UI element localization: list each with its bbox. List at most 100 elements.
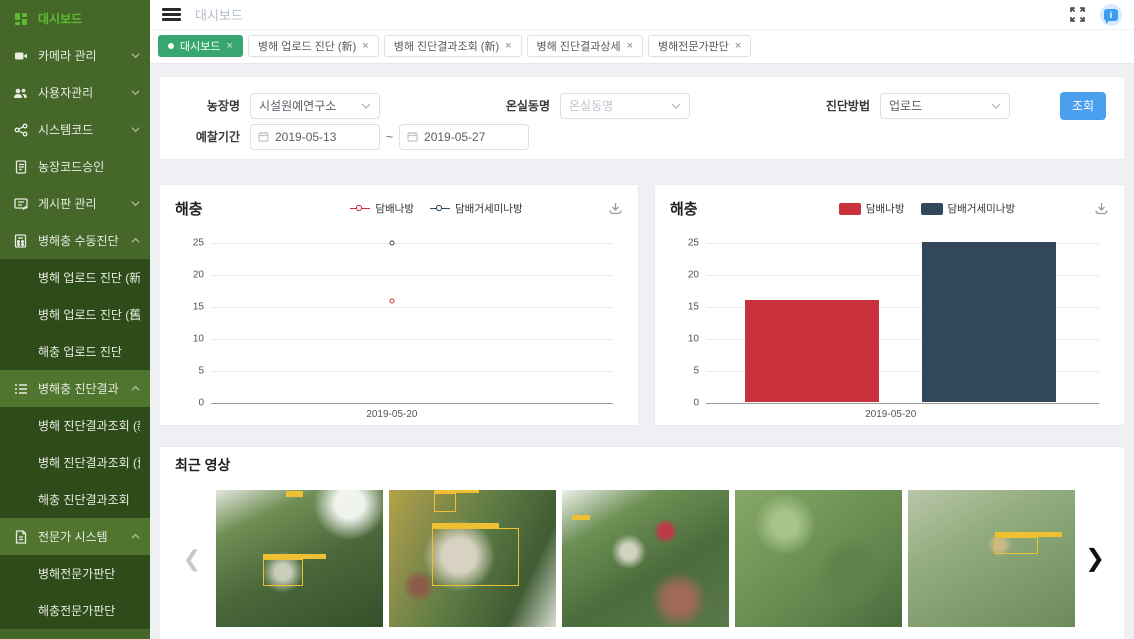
tab-close-icon[interactable]: × xyxy=(735,40,741,52)
list-icon xyxy=(13,381,28,396)
chart-plot-area: 05101520252019-05-20 xyxy=(211,243,613,403)
sidebar-item-병해충-진단결과[interactable]: 병해충 진단결과 xyxy=(0,370,150,407)
tab-병해전문가판단[interactable]: 병해전문가판단× xyxy=(648,35,751,57)
sidebar-item-병해전문가판단[interactable]: 병해전문가판단 xyxy=(0,555,150,592)
download-icon[interactable] xyxy=(1094,201,1109,216)
sidebar-item-label: 카메라 관리 xyxy=(38,47,131,64)
y-tick-label: 10 xyxy=(193,334,204,345)
sitemap-icon xyxy=(13,122,28,137)
legend-label: 담배나방 xyxy=(375,201,414,216)
tab-close-icon[interactable]: × xyxy=(226,40,232,52)
gridline xyxy=(211,307,613,308)
plant-image-4[interactable] xyxy=(735,490,902,627)
charts-row: 해충담배나방담배거세미나방05101520252019-05-20 해충담배나방… xyxy=(160,185,1124,425)
sidebar-item-label: 병해전문가판단 xyxy=(38,565,140,582)
active-tab-dot xyxy=(168,43,174,49)
plant-image-1[interactable] xyxy=(216,490,383,627)
filter-row-2: 예찰기간 2019-05-13 ~ 2019-05-27 xyxy=(178,123,1106,150)
date-from-input[interactable]: 2019-05-13 xyxy=(250,124,380,150)
chart-title: 해충 xyxy=(670,198,760,219)
sidebar-item-해충-업로드-진단[interactable]: 해충 업로드 진단 xyxy=(0,333,150,370)
data-point-담배나방[interactable] xyxy=(389,298,394,303)
legend-item-담배나방[interactable]: 담배나방 xyxy=(350,201,414,216)
tab-대시보드[interactable]: 대시보드× xyxy=(158,35,243,57)
chevron-up-icon xyxy=(131,384,140,393)
tab-close-icon[interactable]: × xyxy=(627,40,633,52)
fullscreen-icon[interactable] xyxy=(1069,6,1086,23)
legend-marker xyxy=(350,205,370,213)
detection-box xyxy=(263,559,303,586)
date-to-input[interactable]: 2019-05-27 xyxy=(399,124,529,150)
gridline xyxy=(211,339,613,340)
sidebar-item-label: 해충전문가판단 xyxy=(38,602,140,619)
data-point-담배거세미나방[interactable] xyxy=(389,241,394,246)
menu-toggle-icon[interactable] xyxy=(162,8,181,21)
info-chat-icon[interactable]: i xyxy=(1100,4,1122,26)
detection-box xyxy=(434,493,456,512)
sidebar-item-병해-업로드-진단-(新)[interactable]: 병해 업로드 진단 (新) xyxy=(0,259,150,296)
sidebar-item-label: 농장코드승인 xyxy=(38,158,140,175)
main-area: 대시보드 i 대시보드×병해 업로드 진단 (新)×병해 진단결과조회 (新)×… xyxy=(150,0,1134,639)
search-button[interactable]: 조회 xyxy=(1060,92,1106,120)
sidebar-item-label: 병해 진단결과조회 (舊) xyxy=(38,454,140,471)
sidebar-item-해충-진단결과조회[interactable]: 해충 진단결과조회 xyxy=(0,481,150,518)
sidebar-item-병해충-수동진단[interactable]: 병해충 수동진단 xyxy=(0,222,150,259)
chevron-down-icon xyxy=(131,125,140,134)
gridline xyxy=(211,275,613,276)
tab-close-icon[interactable]: × xyxy=(505,40,511,52)
file-icon xyxy=(13,529,28,544)
chart-plot-area: 05101520252019-05-20 xyxy=(706,243,1099,403)
carousel-next-icon[interactable]: ❯ xyxy=(1083,544,1107,573)
y-tick-label: 15 xyxy=(193,302,204,313)
recent-images-title: 최근 영상 xyxy=(175,455,1109,475)
legend-item-담배거세미나방[interactable]: 담배거세미나방 xyxy=(921,201,1016,216)
date-range-separator: ~ xyxy=(386,130,393,144)
greenhouse-label: 온실동명 xyxy=(488,97,550,114)
y-tick-label: 0 xyxy=(693,398,699,409)
sidebar-item-사용자관리[interactable]: 사용자관리 xyxy=(0,74,150,111)
sidebar-item-시스템코드[interactable]: 시스템코드 xyxy=(0,111,150,148)
sidebar-item-게시판-관리[interactable]: 게시판 관리 xyxy=(0,185,150,222)
sidebar-item-카메라-관리[interactable]: 카메라 관리 xyxy=(0,37,150,74)
sidebar-item-병해-업로드-진단-(舊)[interactable]: 병해 업로드 진단 (舊) xyxy=(0,296,150,333)
recent-images-panel: 최근 영상 ❮ ❯ xyxy=(160,447,1124,639)
legend-item-담배거세미나방[interactable]: 담배거세미나방 xyxy=(430,201,523,216)
sidebar-item-label: 병해충 수동진단 xyxy=(38,232,131,249)
detection-box xyxy=(432,528,519,586)
sidebar-item-label: 대시보드 xyxy=(38,10,140,27)
sidebar-item-label: 게시판 관리 xyxy=(38,195,131,212)
chevron-down-icon xyxy=(131,199,140,208)
method-select[interactable]: 업로드 xyxy=(880,93,1010,119)
sidebar-item-농장코드승인[interactable]: 농장코드승인 xyxy=(0,148,150,185)
plant-image-3[interactable] xyxy=(562,490,729,627)
plant-image-5[interactable] xyxy=(908,490,1075,627)
chart-legend: 담배나방 담배거세미나방 xyxy=(760,201,1094,216)
camera-icon xyxy=(13,48,28,63)
greenhouse-select[interactable]: 온실동명 xyxy=(560,93,690,119)
farm-select[interactable]: 시설원예연구소 xyxy=(250,93,380,119)
carousel-track xyxy=(216,490,1075,627)
legend-item-담배나방[interactable]: 담배나방 xyxy=(839,201,905,216)
tab-병해-진단결과조회-(新)[interactable]: 병해 진단결과조회 (新)× xyxy=(384,35,522,57)
sidebar-item-전문가-시스템[interactable]: 전문가 시스템 xyxy=(0,518,150,555)
sidebar-item-병해-진단결과조회-(舊)[interactable]: 병해 진단결과조회 (舊) xyxy=(0,444,150,481)
gridline xyxy=(211,371,613,372)
sidebar-item-해충전문가판단[interactable]: 해충전문가판단 xyxy=(0,592,150,629)
tab-병해-진단결과상세[interactable]: 병해 진단결과상세× xyxy=(527,35,643,57)
sidebar-item-병해-진단결과조회-(新)[interactable]: 병해 진단결과조회 (新) xyxy=(0,407,150,444)
chart-header: 해충 담배나방 담배거세미나방 xyxy=(670,198,1109,219)
carousel-prev-icon[interactable]: ❮ xyxy=(180,546,204,572)
plant-image-2[interactable] xyxy=(389,490,556,627)
tab-병해-업로드-진단-(新)[interactable]: 병해 업로드 진단 (新) × xyxy=(248,35,379,57)
bar-담배거세미나방[interactable] xyxy=(922,242,1056,402)
download-icon[interactable] xyxy=(608,201,623,216)
sidebar-item-대시보드[interactable]: 대시보드 xyxy=(0,0,150,37)
tab-close-icon[interactable]: × xyxy=(362,40,368,52)
sidebar: 대시보드카메라 관리사용자관리시스템코드농장코드승인게시판 관리병해충 수동진단… xyxy=(0,0,150,639)
sidebar-item-label: 해충 진단결과조회 xyxy=(38,491,140,508)
tab-label: 병해 업로드 진단 (新) xyxy=(258,38,356,54)
bar-담배나방[interactable] xyxy=(745,300,879,402)
y-tick-label: 20 xyxy=(193,270,204,281)
legend-marker xyxy=(921,203,943,215)
sidebar-item-label: 병해 업로드 진단 (新) xyxy=(38,269,140,286)
